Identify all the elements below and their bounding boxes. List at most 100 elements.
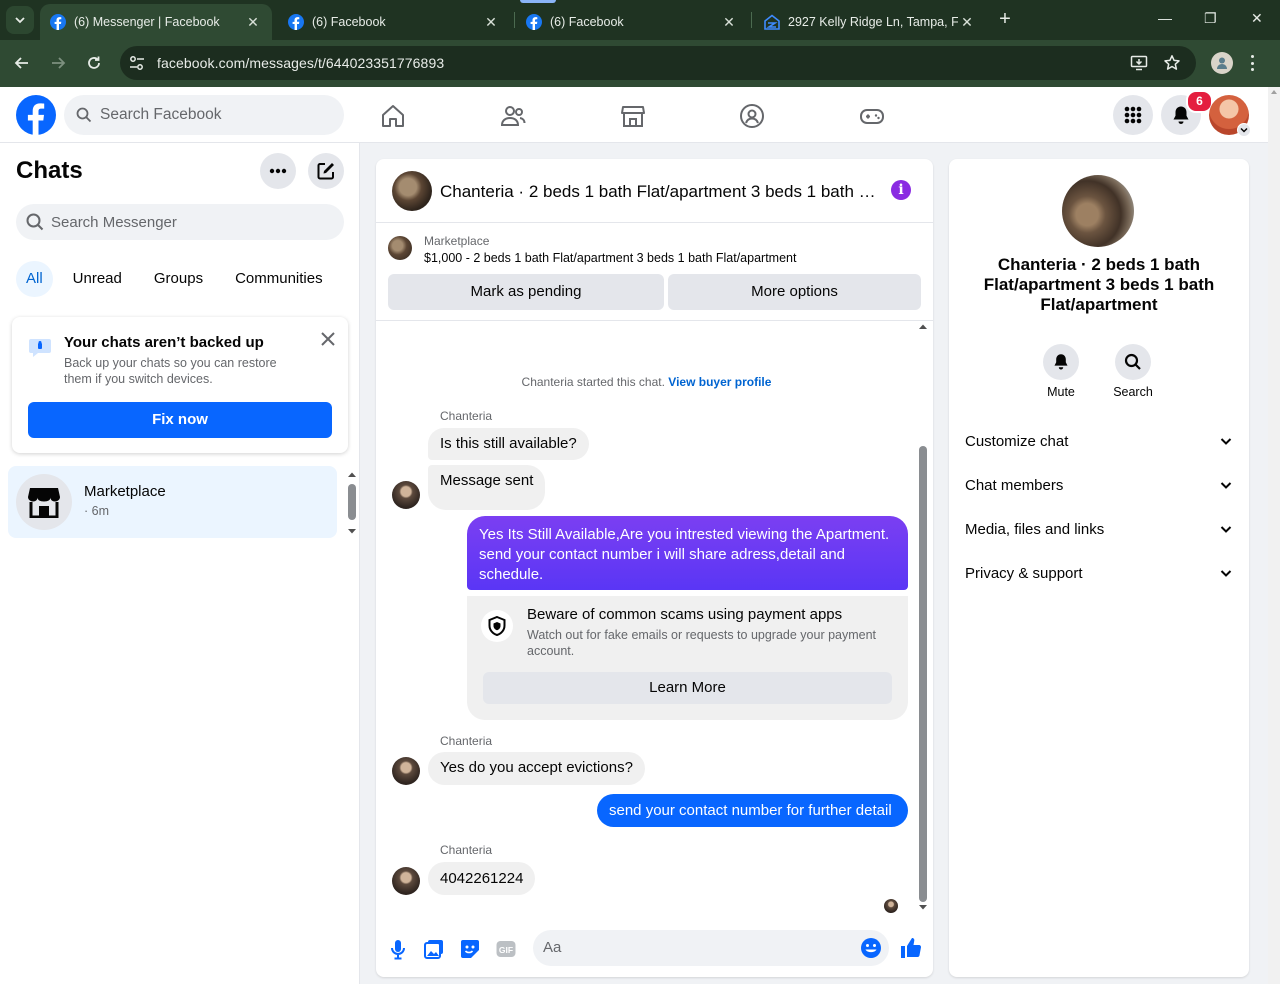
filter-unread[interactable]: Unread <box>61 261 134 297</box>
emoji-icon[interactable] <box>860 937 882 959</box>
chat-backup-icon <box>29 339 51 357</box>
chat-options-button[interactable] <box>260 153 296 189</box>
marketplace-store-icon <box>28 488 60 518</box>
browser-tab-facebook-1[interactable]: (6) Facebook ✕ <box>278 4 510 40</box>
message-bubble-outgoing[interactable]: send your contact number for further det… <box>597 794 908 827</box>
sender-avatar[interactable] <box>392 867 420 895</box>
home-icon[interactable] <box>380 103 406 129</box>
tab-search-button[interactable] <box>6 6 34 34</box>
conversation-info-icon[interactable]: i <box>891 180 911 200</box>
close-tab-icon[interactable]: ✕ <box>958 14 976 31</box>
browser-tab-facebook-2[interactable]: (6) Facebook ✕ <box>516 4 748 40</box>
minimize-window-icon[interactable]: — <box>1158 10 1172 26</box>
message-bubble-incoming[interactable]: Yes do you accept evictions? <box>428 752 645 785</box>
menu-grid-button[interactable] <box>1113 95 1153 135</box>
sender-avatar[interactable] <box>392 481 420 509</box>
page-scrollbar[interactable] <box>1268 87 1280 984</box>
friends-icon[interactable] <box>500 103 526 129</box>
privacy-support-section[interactable]: Privacy & support <box>965 561 1233 585</box>
chevron-down-icon <box>1220 570 1232 577</box>
listing-thumbnail[interactable] <box>388 236 412 260</box>
chat-members-section[interactable]: Chat members <box>965 473 1233 497</box>
media-files-links-section[interactable]: Media, files and links <box>965 517 1233 541</box>
chat-name: Marketplace <box>84 483 166 500</box>
photo-icon[interactable] <box>423 938 445 960</box>
conversation-title[interactable]: Chanteria · 2 beds 1 bath Flat/apartment… <box>440 182 880 202</box>
listing-title[interactable]: $1,000 - 2 beds 1 bath Flat/apartment 3 … <box>424 251 796 265</box>
close-tab-icon[interactable]: ✕ <box>244 14 262 31</box>
close-icon[interactable] <box>318 329 338 349</box>
back-button[interactable] <box>11 52 33 74</box>
view-buyer-profile-link[interactable]: View buyer profile <box>668 375 771 389</box>
reload-button[interactable] <box>83 52 105 74</box>
shield-icon <box>488 616 506 636</box>
conversation-panel: Chanteria · 2 beds 1 bath Flat/apartment… <box>376 159 933 977</box>
scrollbar-thumb[interactable] <box>348 484 356 520</box>
learn-more-button[interactable]: Learn More <box>483 672 892 704</box>
search-action[interactable]: Search <box>1103 344 1163 399</box>
site-settings-icon[interactable] <box>128 55 146 71</box>
browser-menu-button[interactable] <box>1248 52 1256 74</box>
new-message-button[interactable] <box>308 153 344 189</box>
sender-name: Chanteria <box>440 409 493 423</box>
groups-icon[interactable] <box>739 103 765 129</box>
close-tab-icon[interactable]: ✕ <box>482 14 500 31</box>
scrollbar-thumb[interactable] <box>919 446 927 902</box>
thumbs-up-icon[interactable] <box>899 936 923 960</box>
chats-scrollbar[interactable] <box>346 470 358 536</box>
details-avatar[interactable] <box>1062 175 1134 247</box>
chat-start-notice: Chanteria started this chat. View buyer … <box>376 375 917 389</box>
message-input[interactable]: Aa <box>533 930 889 966</box>
marketplace-avatar <box>16 474 72 530</box>
section-label: Privacy & support <box>965 564 1083 582</box>
new-tab-button[interactable]: + <box>994 9 1016 31</box>
close-tab-icon[interactable]: ✕ <box>720 14 738 31</box>
forward-button[interactable] <box>47 52 69 74</box>
filter-communities[interactable]: Communities <box>223 261 335 297</box>
gif-icon[interactable]: GIF <box>495 938 517 960</box>
chat-list-item[interactable]: Marketplace · 6m <box>8 466 337 538</box>
mark-as-pending-button[interactable]: Mark as pending <box>388 274 664 310</box>
conversation-header: Chanteria · 2 beds 1 bath Flat/apartment… <box>376 159 933 223</box>
more-options-button[interactable]: More options <box>668 274 921 310</box>
account-menu-chevron[interactable] <box>1237 123 1251 137</box>
section-label: Customize chat <box>965 432 1069 450</box>
zillow-favicon-icon <box>764 14 780 30</box>
filter-groups[interactable]: Groups <box>142 261 215 297</box>
browser-tab-messenger[interactable]: (6) Messenger | Facebook ✕ <box>40 4 272 40</box>
facebook-search-input[interactable]: Search Facebook <box>64 95 344 135</box>
customize-chat-section[interactable]: Customize chat <box>965 429 1233 453</box>
sender-avatar[interactable] <box>392 757 420 785</box>
restore-window-icon[interactable]: ❐ <box>1204 10 1217 27</box>
message-bubble-incoming[interactable]: 4042261224 <box>428 862 536 895</box>
message-bubble-outgoing[interactable]: Yes Its Still Available,Are you intreste… <box>467 516 908 590</box>
close-window-icon[interactable]: ✕ <box>1251 10 1263 27</box>
search-in-conversation-button[interactable] <box>1115 344 1151 380</box>
account-avatar[interactable] <box>1209 95 1251 137</box>
install-app-icon[interactable] <box>1130 54 1148 72</box>
message-scrollbar[interactable] <box>917 322 929 912</box>
marketplace-icon[interactable] <box>620 103 646 129</box>
mute-button[interactable] <box>1043 344 1079 380</box>
sticker-icon[interactable] <box>459 938 481 960</box>
address-bar[interactable]: facebook.com/messages/t/644023351776893 <box>120 46 1196 80</box>
bookmark-star-icon[interactable] <box>1163 54 1181 72</box>
chat-time: · 6m <box>84 504 109 518</box>
message-bubble-incoming[interactable]: Message sent <box>428 465 546 510</box>
browser-tab-zillow[interactable]: 2927 Kelly Ridge Ln, Tampa, FL ✕ <box>754 4 986 40</box>
scroll-down-arrow-icon <box>919 905 927 910</box>
conversation-avatar[interactable] <box>392 171 432 211</box>
microphone-icon[interactable] <box>387 938 409 960</box>
message-bubble-incoming[interactable]: Is this still available? <box>428 428 589 460</box>
search-messenger-input[interactable]: Search Messenger <box>16 204 344 240</box>
facebook-favicon-icon <box>288 14 304 30</box>
gaming-icon[interactable] <box>859 103 885 129</box>
fix-now-button[interactable]: Fix now <box>28 402 332 438</box>
browser-profile-avatar[interactable] <box>1211 52 1233 74</box>
arrow-left-icon <box>14 57 28 69</box>
facebook-logo-icon[interactable] <box>16 95 56 135</box>
mute-action[interactable]: Mute <box>1031 344 1091 399</box>
marketplace-label: Marketplace <box>424 234 490 248</box>
message-input-placeholder: Aa <box>543 939 562 956</box>
filter-all[interactable]: All <box>16 261 53 297</box>
